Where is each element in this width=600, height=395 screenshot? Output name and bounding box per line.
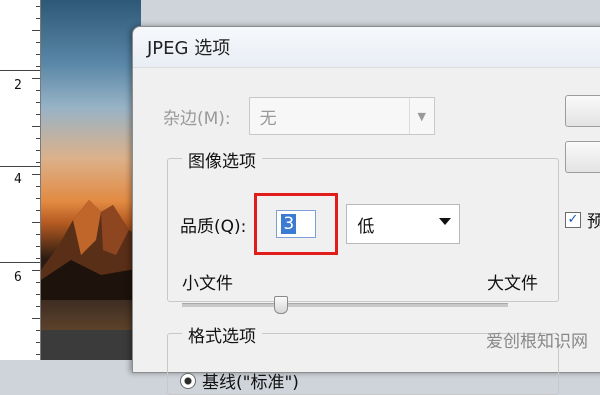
- ruler-tick: [36, 18, 40, 19]
- mountain-image: [41, 200, 141, 300]
- quality-slider-thumb[interactable]: [273, 296, 288, 314]
- background-photo: [41, 0, 141, 360]
- ruler-number: 6: [14, 270, 22, 285]
- preview-row[interactable]: ✓ 预: [565, 207, 600, 232]
- baseline-label: 基线("标准"): [202, 373, 299, 393]
- ruler-tick: [36, 258, 40, 259]
- matte-label: 杂边(M):: [163, 108, 231, 129]
- ruler-tick: [36, 90, 40, 91]
- ruler-tick: [32, 126, 40, 127]
- ruler-tick: [36, 198, 40, 199]
- ruler-tick: [36, 342, 40, 343]
- image-options-group: 图像选项 品质(Q): 3 低 小文件 大文件: [167, 147, 559, 314]
- jpeg-options-dialog: JPEG 选项 杂边(M): 无 ▼ 图像选项 品质(Q): 3 低 小文件 大…: [132, 26, 600, 395]
- dialog-titlebar[interactable]: JPEG 选项: [133, 27, 600, 68]
- ruler-tick: [36, 54, 40, 55]
- quality-highlight-box: 3: [254, 193, 339, 255]
- ruler-tick: [36, 354, 40, 355]
- quality-preset-select[interactable]: 低: [346, 204, 461, 244]
- preview-label: 预: [587, 212, 600, 232]
- dialog-title: JPEG 选项: [147, 38, 231, 59]
- ruler-tick: [32, 222, 40, 223]
- matte-select[interactable]: 无 ▼: [248, 97, 435, 135]
- ruler-tick: [36, 102, 40, 103]
- ruler-tick: [36, 282, 40, 283]
- quality-input[interactable]: 3: [276, 210, 317, 238]
- ruler-tick: [32, 318, 40, 319]
- quality-value: 3: [281, 214, 297, 234]
- quality-label: 品质(Q):: [180, 216, 247, 237]
- ruler-major-tick: [0, 70, 40, 71]
- ruler-tick: [36, 294, 40, 295]
- ruler-tick: [36, 234, 40, 235]
- ok-button[interactable]: [565, 95, 600, 127]
- chevron-down-icon: ▼: [408, 98, 434, 134]
- slider-labels: 小文件 大文件: [182, 269, 538, 294]
- ruler-tick: [36, 150, 40, 151]
- watermark-text: 爱创根知识网: [486, 332, 588, 352]
- ruler-tick: [36, 330, 40, 331]
- baseline-radio[interactable]: [180, 372, 196, 389]
- ruler-number: 2: [14, 78, 22, 93]
- ruler-major-tick: [0, 262, 40, 263]
- matte-value: 无: [259, 108, 277, 129]
- ruler-tick: [36, 306, 40, 307]
- ruler-tick: [36, 246, 40, 247]
- ruler-tick: [36, 138, 40, 139]
- ruler-tick: [36, 114, 40, 115]
- baseline-radio-row[interactable]: 基线("标准"): [180, 368, 299, 393]
- ruler-tick: [32, 78, 40, 79]
- ruler-tick: [36, 66, 40, 67]
- quality-row: 品质(Q): 3 低: [180, 193, 461, 255]
- ruler-tick: [32, 174, 40, 175]
- image-options-label: 图像选项: [182, 147, 262, 172]
- ruler-major-tick: [0, 166, 40, 167]
- format-options-label: 格式选项: [182, 322, 262, 347]
- quality-slider[interactable]: [182, 296, 508, 314]
- large-file-label: 大文件: [487, 274, 538, 294]
- ruler-tick: [32, 30, 40, 31]
- small-file-label: 小文件: [182, 274, 233, 294]
- ruler-tick: [36, 210, 40, 211]
- matte-row: 杂边(M): 无 ▼: [163, 97, 435, 135]
- ruler-tick: [32, 270, 40, 271]
- ruler-number: 4: [14, 172, 22, 187]
- preview-checkbox[interactable]: ✓: [565, 211, 581, 228]
- vertical-ruler: 2 4 6: [0, 0, 41, 360]
- ruler-tick: [36, 6, 40, 7]
- cancel-button[interactable]: [565, 141, 600, 173]
- quality-preset-value: 低: [357, 216, 375, 237]
- ruler-tick: [36, 42, 40, 43]
- ruler-tick: [36, 186, 40, 187]
- chevron-down-icon: [439, 218, 452, 225]
- photo-bottom: [41, 330, 141, 360]
- ruler-tick: [36, 162, 40, 163]
